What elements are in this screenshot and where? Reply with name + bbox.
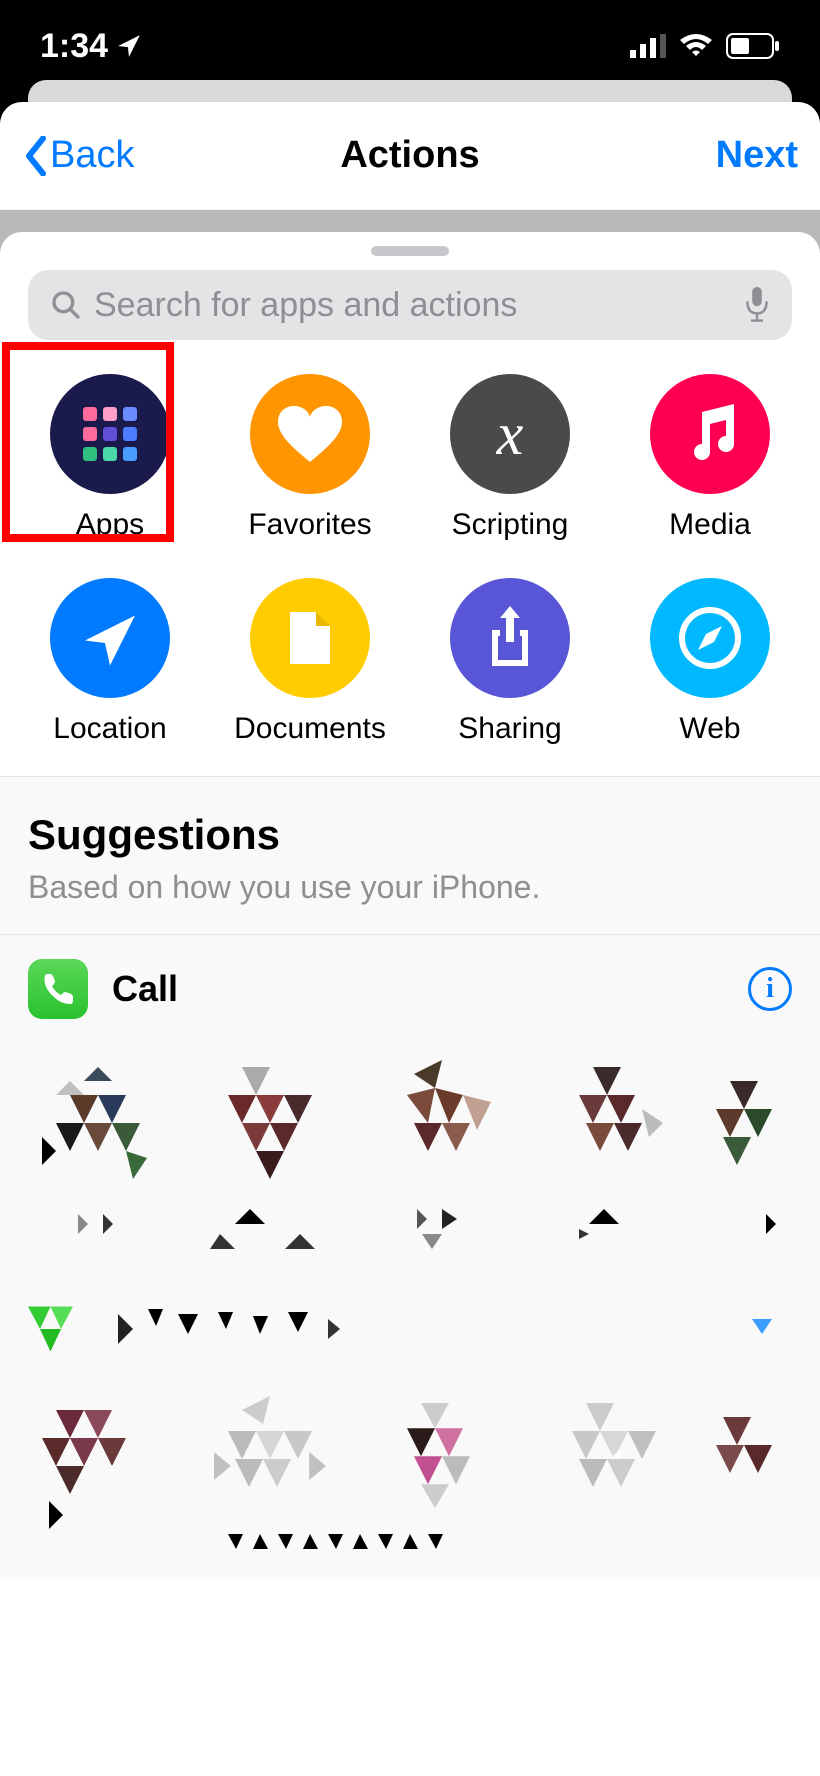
category-scripting[interactable]: x Scripting [410, 374, 610, 542]
wifi-icon [680, 34, 712, 58]
status-time: 1:34 [40, 27, 142, 66]
share-icon [450, 578, 570, 698]
cellular-icon [630, 34, 666, 58]
contact-suggestions-row-2 [28, 1389, 792, 1529]
redacted-text-strip [28, 1529, 792, 1569]
action-name-redacted [108, 1304, 408, 1354]
contact-name-redacted [210, 1209, 330, 1249]
contact-item[interactable] [372, 1389, 512, 1529]
back-label: Back [50, 134, 134, 177]
nav-title: Actions [340, 134, 479, 177]
phone-app-icon [28, 959, 88, 1019]
contact-avatar [200, 1053, 340, 1193]
category-label: Web [679, 712, 740, 746]
contact-item[interactable] [716, 1053, 792, 1249]
contact-item[interactable] [716, 1389, 792, 1529]
contact-item[interactable] [544, 1389, 684, 1529]
contact-item[interactable] [28, 1053, 168, 1249]
compass-icon [650, 578, 770, 698]
category-apps[interactable]: Apps [10, 374, 210, 542]
contact-avatar [28, 1053, 168, 1193]
chevron-icon [752, 1314, 792, 1344]
contact-avatar [544, 1053, 684, 1193]
category-label: Location [53, 712, 166, 746]
music-note-icon [650, 374, 770, 494]
battery-icon [726, 33, 780, 59]
search-icon [50, 289, 82, 321]
contact-avatar [200, 1389, 340, 1529]
contact-avatar [28, 1389, 168, 1529]
app-icon-redacted [28, 1299, 88, 1359]
script-x-icon: x [450, 374, 570, 494]
contact-item[interactable] [544, 1053, 684, 1249]
time-text: 1:34 [40, 27, 108, 66]
category-grid: Apps Favorites x Scripting [0, 360, 820, 777]
chevron-left-icon [22, 136, 50, 176]
contact-item[interactable] [372, 1053, 512, 1249]
call-suggestion-row[interactable]: Call i [28, 935, 792, 1043]
microphone-icon[interactable] [744, 287, 770, 323]
location-arrow-icon [50, 578, 170, 698]
main-sheet: Back Actions Next [0, 102, 820, 1776]
suggestions-section: Suggestions Based on how you use your iP… [0, 777, 820, 1579]
contact-item[interactable] [200, 1053, 340, 1249]
status-bar: 1:34 [0, 0, 820, 92]
heart-icon [250, 374, 370, 494]
actions-panel: Apps Favorites x Scripting [0, 232, 820, 1579]
call-label: Call [112, 968, 724, 1010]
contact-name-redacted [574, 1209, 654, 1249]
contact-avatar [544, 1389, 684, 1529]
category-label: Media [669, 508, 751, 542]
suggestions-title: Suggestions [28, 811, 792, 859]
category-favorites[interactable]: Favorites [210, 374, 410, 542]
apps-icon [50, 374, 170, 494]
category-label: Sharing [458, 712, 561, 746]
category-label: Scripting [452, 508, 569, 542]
contact-avatar [372, 1053, 512, 1193]
contact-avatar [372, 1389, 512, 1529]
suggestion-row-2[interactable] [28, 1279, 792, 1389]
category-web[interactable]: Web [610, 578, 810, 746]
status-indicators [630, 33, 780, 59]
info-button[interactable]: i [748, 967, 792, 1011]
search-field[interactable] [28, 270, 792, 340]
category-sharing[interactable]: Sharing [410, 578, 610, 746]
contact-name-redacted [392, 1209, 492, 1249]
document-icon [250, 578, 370, 698]
contact-item[interactable] [28, 1389, 168, 1529]
contact-name-redacted [756, 1209, 792, 1249]
contact-avatar [716, 1389, 792, 1529]
category-label: Apps [76, 508, 144, 542]
category-label: Favorites [248, 508, 371, 542]
nav-bar: Back Actions Next [0, 102, 820, 210]
search-input[interactable] [94, 286, 732, 325]
contact-suggestions-row [28, 1043, 792, 1279]
next-button[interactable]: Next [716, 134, 798, 177]
location-arrow-icon [116, 33, 142, 59]
contact-item[interactable] [200, 1389, 340, 1529]
contact-avatar [716, 1053, 792, 1193]
category-media[interactable]: Media [610, 374, 810, 542]
category-location[interactable]: Location [10, 578, 210, 746]
category-documents[interactable]: Documents [210, 578, 410, 746]
back-button[interactable]: Back [22, 134, 134, 177]
contact-name-redacted [58, 1209, 138, 1249]
suggestions-subtitle: Based on how you use your iPhone. [28, 869, 792, 906]
category-label: Documents [234, 712, 386, 746]
drag-handle[interactable] [371, 246, 449, 256]
